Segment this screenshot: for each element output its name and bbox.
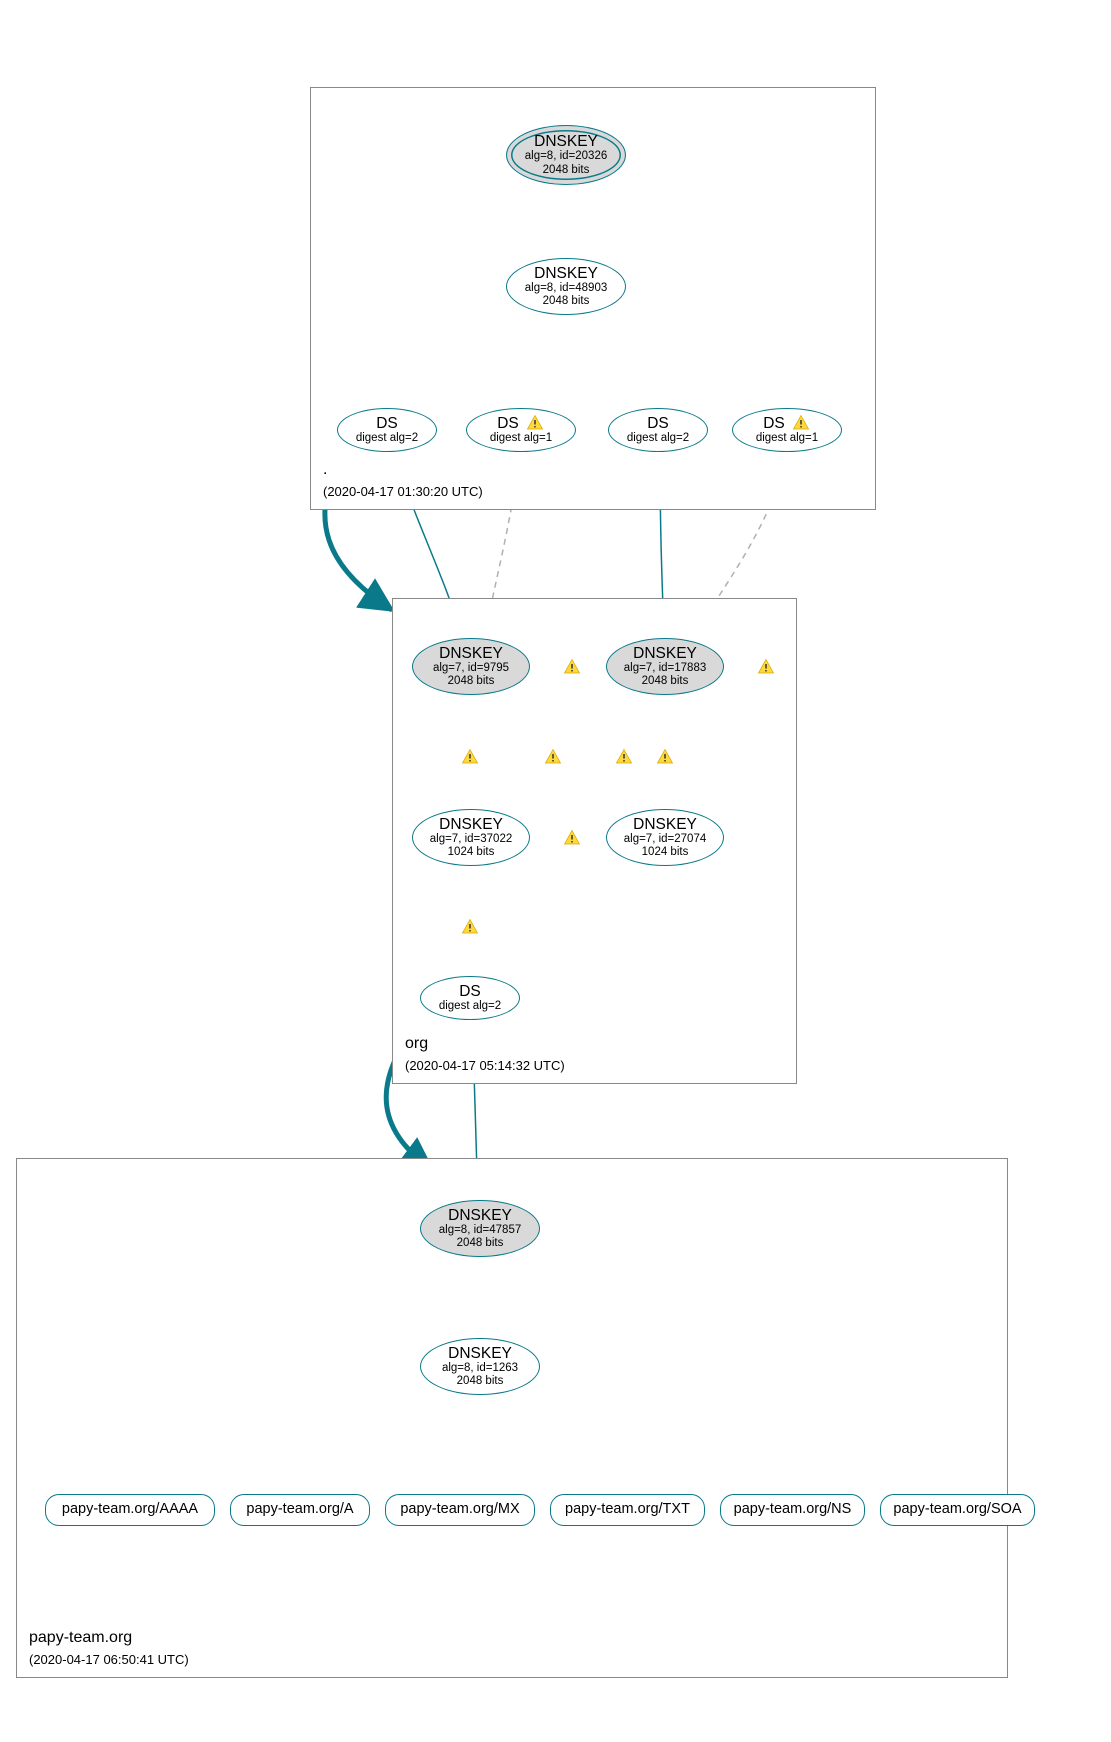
node-sub: 2048 bits — [457, 1375, 504, 1388]
node-sub: alg=7, id=27074 — [624, 833, 707, 846]
node-title: DS — [376, 415, 398, 432]
node-org-zsk2[interactable]: DNSKEY alg=7, id=27074 1024 bits — [606, 809, 724, 866]
rr-label: papy-team.org/A — [246, 1502, 353, 1518]
node-sub: digest alg=2 — [627, 432, 689, 445]
node-dom-ksk[interactable]: DNSKEY alg=8, id=47857 2048 bits — [420, 1200, 540, 1257]
node-sub: digest alg=1 — [490, 432, 552, 445]
node-title: DNSKEY — [439, 816, 503, 833]
node-sub: alg=7, id=9795 — [433, 662, 509, 675]
node-rr-a[interactable]: papy-team.org/A — [230, 1494, 370, 1526]
rr-label: papy-team.org/SOA — [893, 1502, 1021, 1518]
node-title: DNSKEY — [633, 645, 697, 662]
node-rr-soa[interactable]: papy-team.org/SOA — [880, 1494, 1035, 1526]
node-sub: alg=8, id=48903 — [525, 282, 608, 295]
rr-label: papy-team.org/MX — [400, 1502, 519, 1518]
node-sub: 2048 bits — [543, 164, 590, 177]
node-sub: 2048 bits — [457, 1237, 504, 1250]
node-sub: 1024 bits — [642, 846, 689, 859]
node-title: DS — [647, 415, 669, 432]
zone-org-time: (2020-04-17 05:14:32 UTC) — [405, 1058, 565, 1073]
node-title: DS — [459, 983, 481, 1000]
node-root-ds4[interactable]: DS digest alg=1 — [732, 408, 842, 452]
zone-domain-name: papy-team.org — [29, 1629, 132, 1647]
node-org-ksk2[interactable]: DNSKEY alg=7, id=17883 2048 bits — [606, 638, 724, 695]
node-org-zsk1[interactable]: DNSKEY alg=7, id=37022 1024 bits — [412, 809, 530, 866]
node-sub: alg=7, id=17883 — [624, 662, 707, 675]
warning-icon — [791, 414, 811, 432]
node-sub: 2048 bits — [448, 675, 495, 688]
node-org-ksk1[interactable]: DNSKEY alg=7, id=9795 2048 bits — [412, 638, 530, 695]
node-rr-txt[interactable]: papy-team.org/TXT — [550, 1494, 705, 1526]
node-sub: alg=8, id=1263 — [442, 1362, 518, 1375]
node-title: DNSKEY — [534, 265, 598, 282]
node-title: DNSKEY — [448, 1207, 512, 1224]
node-title: DNSKEY — [633, 816, 697, 833]
rr-label: papy-team.org/NS — [734, 1502, 852, 1518]
zone-root-time: (2020-04-17 01:30:20 UTC) — [323, 484, 483, 499]
node-sub: digest alg=1 — [756, 432, 818, 445]
node-title: DNSKEY — [448, 1345, 512, 1362]
warning-icon — [525, 414, 545, 432]
node-title: DNSKEY — [534, 133, 598, 150]
node-title: DS — [497, 415, 519, 432]
node-root-ksk[interactable]: DNSKEY alg=8, id=20326 2048 bits — [506, 125, 626, 185]
rr-label: papy-team.org/TXT — [565, 1502, 690, 1518]
zone-root-name: . — [323, 461, 327, 479]
node-sub: 2048 bits — [642, 675, 689, 688]
zone-org-name: org — [405, 1035, 428, 1053]
node-sub: digest alg=2 — [356, 432, 418, 445]
node-sub: alg=7, id=37022 — [430, 833, 513, 846]
node-root-ds2[interactable]: DS digest alg=1 — [466, 408, 576, 452]
node-title: DNSKEY — [439, 645, 503, 662]
node-sub: 2048 bits — [543, 295, 590, 308]
zone-domain-time: (2020-04-17 06:50:41 UTC) — [29, 1652, 189, 1667]
node-rr-mx[interactable]: papy-team.org/MX — [385, 1494, 535, 1526]
node-org-ds[interactable]: DS digest alg=2 — [420, 976, 520, 1020]
node-sub: 1024 bits — [448, 846, 495, 859]
node-root-ds3[interactable]: DS digest alg=2 — [608, 408, 708, 452]
node-title: DS — [763, 415, 785, 432]
node-root-zsk[interactable]: DNSKEY alg=8, id=48903 2048 bits — [506, 258, 626, 315]
rr-label: papy-team.org/AAAA — [62, 1502, 198, 1518]
node-sub: alg=8, id=47857 — [439, 1224, 522, 1237]
node-root-ds1[interactable]: DS digest alg=2 — [337, 408, 437, 452]
node-sub: digest alg=2 — [439, 1000, 501, 1013]
node-dom-zsk[interactable]: DNSKEY alg=8, id=1263 2048 bits — [420, 1338, 540, 1395]
node-rr-ns[interactable]: papy-team.org/NS — [720, 1494, 865, 1526]
node-sub: alg=8, id=20326 — [525, 150, 608, 163]
node-rr-aaaa[interactable]: papy-team.org/AAAA — [45, 1494, 215, 1526]
